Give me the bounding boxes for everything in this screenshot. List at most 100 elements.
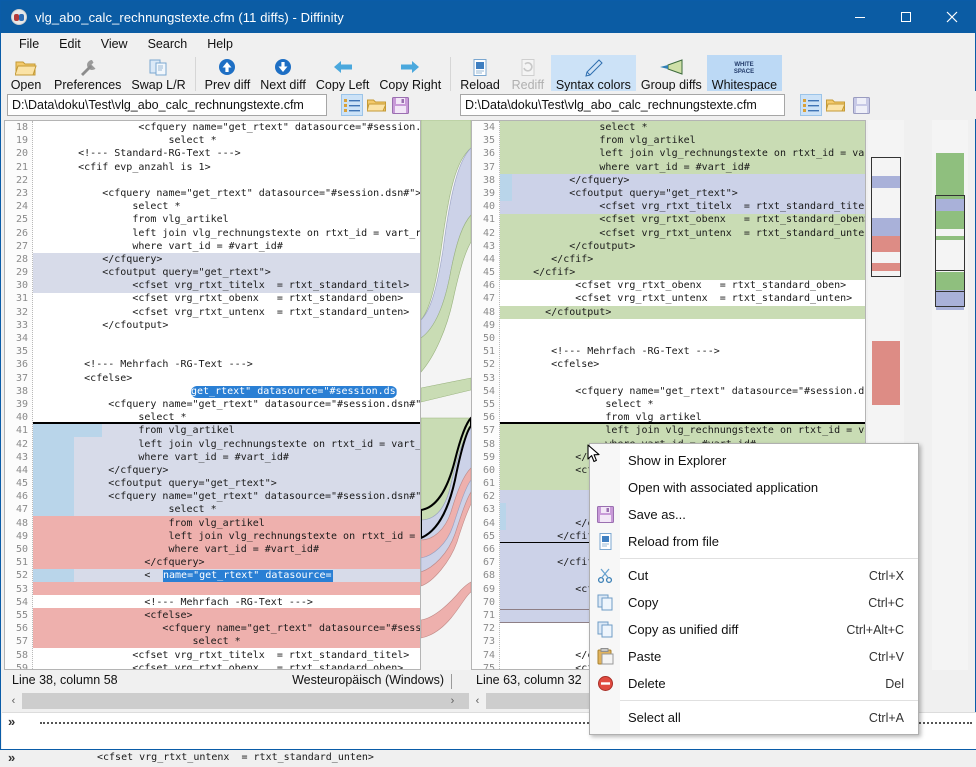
- right-code-line[interactable]: <cfset vrg_rtxt_untenx = rtxt_standard_u…: [500, 292, 865, 305]
- context-menu-item-copy-as-unified-diff[interactable]: Copy as unified diff Ctrl+Alt+C: [590, 616, 918, 643]
- left-code-line[interactable]: [33, 174, 420, 187]
- toolbar-button-rediff[interactable]: Rediff: [505, 55, 551, 93]
- left-hscroll-track[interactable]: [22, 693, 537, 709]
- left-code-line[interactable]: <cfquery name="get_rtext" datasource="#s…: [33, 187, 420, 200]
- left-code-line[interactable]: </cfoutput>: [33, 319, 420, 332]
- right-code-line[interactable]: <cfset vrg_rtxt_titelx = rtxt_standard_t…: [500, 200, 865, 213]
- left-path-input[interactable]: D:\Data\doku\Test\vlg_abo_calc_rechnungs…: [7, 94, 327, 116]
- left-hscroll-left-arrow[interactable]: ‹: [5, 695, 22, 707]
- left-code-line[interactable]: select *: [33, 134, 420, 147]
- context-menu[interactable]: Show in Explorer Open with associated app…: [589, 443, 919, 735]
- right-code-line[interactable]: </cfquery>: [500, 174, 865, 187]
- right-code-line[interactable]: <cfset vrg_rtxt_obenx = rtxt_standard_ob…: [500, 213, 865, 226]
- toolbar-button-swap[interactable]: Swap L/R: [126, 55, 190, 93]
- left-code-line[interactable]: <cfset vrg_rtxt_untenx = rtxt_standard_u…: [33, 306, 420, 319]
- toolbar-button-copy-left[interactable]: Copy Left: [311, 55, 375, 93]
- context-menu-item-paste[interactable]: Paste Ctrl+V: [590, 643, 918, 670]
- right-list-icon[interactable]: [800, 94, 822, 116]
- right-code-line[interactable]: </cfif>: [500, 253, 865, 266]
- toolbar-button-next-diff[interactable]: Next diff: [255, 55, 311, 93]
- left-code-line[interactable]: [33, 332, 420, 345]
- right-code-line[interactable]: <cfset vrg_rtxt_obenx = rtxt_standard_ob…: [500, 279, 865, 292]
- context-menu-item-delete[interactable]: Delete Del: [590, 670, 918, 697]
- left-code-line[interactable]: </cfquery>: [33, 253, 420, 266]
- context-menu-item-cut[interactable]: Cut Ctrl+X: [590, 562, 918, 589]
- right-path-input[interactable]: D:\Data\doku\Test\vlg_abo_calc_rechnungs…: [460, 94, 785, 116]
- left-save-icon[interactable]: [389, 94, 411, 116]
- left-code-line[interactable]: from vlg_artikel: [33, 517, 420, 530]
- left-code-line[interactable]: <cfquery name="get_rtext" datasource="#s…: [33, 622, 420, 635]
- left-code-line[interactable]: select *: [33, 635, 420, 648]
- context-menu-item-show-in-explorer[interactable]: Show in Explorer: [590, 447, 918, 474]
- left-code-line[interactable]: <cfif evp_anzahl is 1>: [33, 161, 420, 174]
- right-code-line[interactable]: from vlg_artikel: [500, 134, 865, 147]
- toolbar-button-preferences[interactable]: Preferences: [49, 55, 126, 93]
- left-code-line[interactable]: </cfquery>: [33, 464, 420, 477]
- left-code-line[interactable]: </cfquery>: [33, 556, 420, 569]
- menu-view[interactable]: View: [91, 35, 138, 53]
- right-code-line[interactable]: [500, 372, 865, 385]
- toolbar-button-syntax-colors[interactable]: Syntax colors: [550, 55, 636, 93]
- right-code-line[interactable]: <cfelse>: [500, 358, 865, 371]
- left-code-line[interactable]: [33, 583, 420, 596]
- right-code-line[interactable]: </cfoutput>: [500, 306, 865, 319]
- toolbar-button-copy-right[interactable]: Copy Right: [374, 55, 446, 93]
- left-code-line[interactable]: <cfset vrg_rtxt_titelx = rtxt_standard_t…: [33, 649, 420, 662]
- menu-search[interactable]: Search: [138, 35, 198, 53]
- right-code-line[interactable]: select *: [500, 121, 865, 134]
- toolbar-button-open[interactable]: Open: [3, 55, 49, 93]
- left-code-line[interactable]: select *: [33, 503, 420, 516]
- left-folder-open-icon[interactable]: [365, 94, 387, 116]
- right-save-icon[interactable]: [850, 94, 872, 116]
- left-diff-pane[interactable]: 18 19 20 21 22 23 24 25 26 27 28 29 30 31 32 33 34 35 36 37…: [4, 120, 421, 670]
- left-code-line[interactable]: left join vlg_rechnungstexte on rtxt_id …: [33, 227, 420, 240]
- toolbar-button-reload[interactable]: Reload: [455, 55, 505, 93]
- right-code-line[interactable]: <cfoutput query="get_rtext">: [500, 187, 865, 200]
- left-code-line[interactable]: <cfset vrg_rtxt_titelx = rtxt_standard_t…: [33, 279, 420, 292]
- left-code-line[interactable]: <cfquery name="get_rtext" datasource="#s…: [33, 398, 420, 411]
- right-code-line[interactable]: select *: [500, 398, 865, 411]
- left-code-line[interactable]: where vart_id = #vart_id#: [33, 451, 420, 464]
- toolbar-button-group-diffs[interactable]: Group diffs: [636, 55, 707, 93]
- right-folder-open-icon[interactable]: [824, 94, 846, 116]
- right-code-line[interactable]: <cfset vrg_rtxt_untenx = rtxt_standard_u…: [500, 227, 865, 240]
- left-code-line[interactable]: select *: [33, 411, 420, 424]
- menu-file[interactable]: File: [9, 35, 49, 53]
- context-menu-item-reload-from-file[interactable]: Reload from file: [590, 528, 918, 555]
- left-hscroll-right-arrow[interactable]: ›: [444, 695, 461, 707]
- right-code-line[interactable]: [500, 319, 865, 332]
- left-code-line[interactable]: <cfset vrg_rtxt_obenx = rtxt_standard_ob…: [33, 662, 420, 669]
- right-code-line[interactable]: left join vlg_rechnungstexte on rtxt_id …: [500, 424, 865, 437]
- left-code-line[interactable]: <!--- Standard-RG-Text --->: [33, 147, 420, 160]
- right-code-line[interactable]: </cfif>: [500, 266, 865, 279]
- left-overview-viewport[interactable]: [871, 157, 901, 277]
- left-code-line[interactable]: <cfquery name="get_rtext" datasource="#s…: [33, 121, 420, 134]
- left-code-line[interactable]: <cfoutput query="get_rtext">: [33, 266, 420, 279]
- left-code-line[interactable]: <cfelse>: [33, 372, 420, 385]
- toolbar-button-prev-diff[interactable]: Prev diff: [200, 55, 256, 93]
- close-icon[interactable]: [929, 1, 975, 33]
- left-code-line[interactable]: left join vlg_rechnungstexte on rtxt_id …: [33, 530, 420, 543]
- left-code-line[interactable]: <cfelse>: [33, 609, 420, 622]
- right-code-line[interactable]: <cfquery name="get_rtext" datasource="#s…: [500, 385, 865, 398]
- left-code-line[interactable]: where vart_id = #vart_id#: [33, 240, 420, 253]
- maximize-icon[interactable]: [883, 1, 929, 33]
- right-code-line[interactable]: [500, 332, 865, 345]
- left-code-line[interactable]: select *: [33, 200, 420, 213]
- left-code-line[interactable]: <cfoutput query="get_rtext">: [33, 477, 420, 490]
- right-code-line[interactable]: left join vlg_rechnungstexte on rtxt_id …: [500, 147, 865, 160]
- toolbar-button-whitespace[interactable]: WHITE SPACE Whitespace: [706, 55, 783, 93]
- context-menu-item-open-with-associated-application[interactable]: Open with associated application: [590, 474, 918, 501]
- left-code-line[interactable]: <!--- Mehrfach -RG-Text --->: [33, 596, 420, 609]
- right-code-line[interactable]: where vart_id = #vart_id#: [500, 161, 865, 174]
- left-code-line[interactable]: left join vlg_rechnungstexte on rtxt_id …: [33, 438, 420, 451]
- left-hscrollbar[interactable]: ‹ ›: [5, 692, 537, 710]
- left-code-line[interactable]: where vart_id = #vart_id#: [33, 543, 420, 556]
- menu-edit[interactable]: Edit: [49, 35, 91, 53]
- context-menu-item-copy[interactable]: Copy Ctrl+C: [590, 589, 918, 616]
- menu-help[interactable]: Help: [197, 35, 243, 53]
- right-hscroll-left-arrow[interactable]: ‹: [469, 695, 486, 707]
- context-menu-item-save-as[interactable]: Save as...: [590, 501, 918, 528]
- minimize-icon[interactable]: [837, 1, 883, 33]
- right-code-line[interactable]: </cfoutput>: [500, 240, 865, 253]
